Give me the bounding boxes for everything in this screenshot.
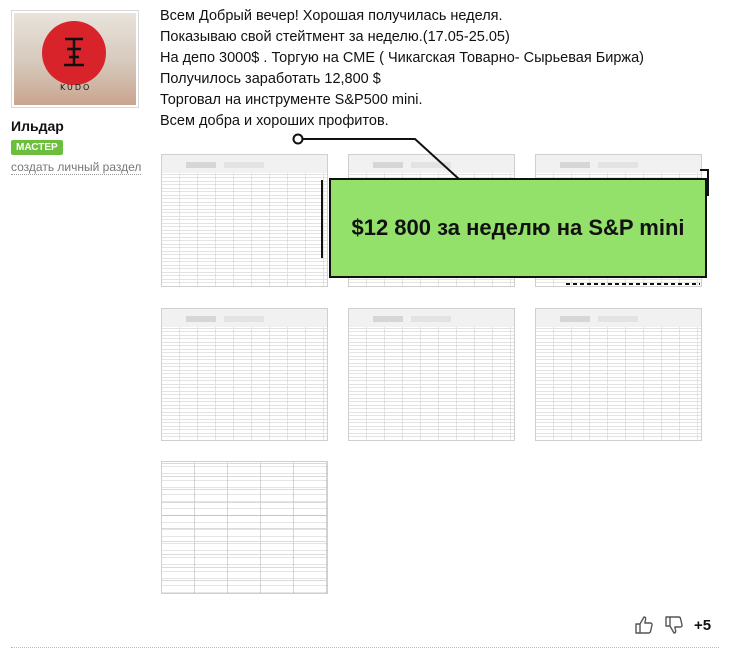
thumbs-up-icon[interactable]: [632, 614, 656, 636]
profit-banner: $12 800 за неделю на S&P mini: [329, 178, 707, 278]
attachment-thumbnail[interactable]: [535, 308, 702, 441]
post-separator: [11, 647, 719, 648]
banner-text: $12 800 за неделю на S&P mini: [351, 215, 685, 240]
attachment-thumbnail[interactable]: [161, 308, 328, 441]
vote-controls: +5: [632, 614, 711, 636]
thumbs-down-icon[interactable]: [662, 614, 686, 636]
attachment-thumbnail[interactable]: [161, 461, 328, 594]
vote-score: +5: [694, 616, 712, 634]
attachment-thumbnail[interactable]: [348, 308, 515, 441]
